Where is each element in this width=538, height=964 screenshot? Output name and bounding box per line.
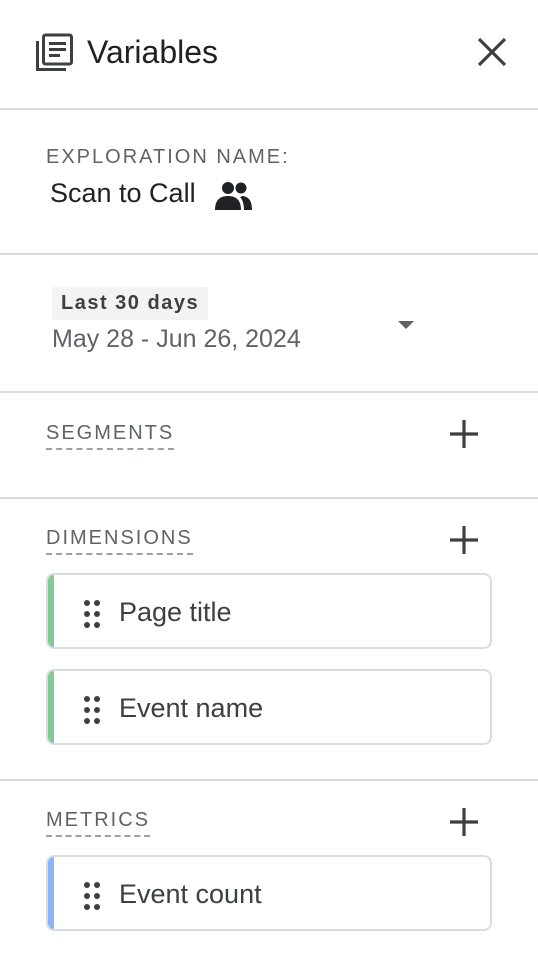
segments-label[interactable]: SEGMENTS [46,422,175,450]
close-icon[interactable] [474,34,510,70]
people-icon [215,182,252,210]
metric-label: Event count [119,879,262,909]
metric-color-bar [48,857,54,929]
chevron-down-icon[interactable] [396,319,416,331]
metrics-section: METRICS Event count [0,781,538,964]
drag-handle-icon[interactable] [82,881,102,911]
add-dimension-icon[interactable] [446,522,482,558]
date-range-section[interactable]: Last 30 days May 28 - Jun 26, 2024 [0,255,538,393]
add-segment-icon[interactable] [446,416,482,452]
drag-handle-icon[interactable] [82,599,102,629]
dimension-color-bar [48,671,54,743]
dimension-label: Page title [119,597,232,627]
metrics-label[interactable]: METRICS [46,809,150,837]
segments-section: SEGMENTS [0,393,538,499]
dimension-color-bar [48,575,54,647]
drag-handle-icon[interactable] [82,695,102,725]
exploration-name-section: EXPLORATION NAME: Scan to Call [0,110,538,255]
list-panel-icon [36,33,73,71]
dimensions-section: DIMENSIONS Page title Event name [0,499,538,781]
dimension-label: Event name [119,693,264,723]
exploration-name-label: EXPLORATION NAME: [46,146,290,168]
dimension-item[interactable]: Event name [46,669,492,745]
panel-header: Variables [0,0,538,110]
add-metric-icon[interactable] [446,804,482,840]
panel-title: Variables [87,34,219,70]
metric-item[interactable]: Event count [46,855,492,931]
date-range-text: May 28 - Jun 26, 2024 [52,325,301,353]
exploration-name[interactable]: Scan to Call [50,178,196,209]
dimension-item[interactable]: Page title [46,573,492,649]
dimensions-label[interactable]: DIMENSIONS [46,527,193,555]
date-preset-chip: Last 30 days [52,287,209,320]
